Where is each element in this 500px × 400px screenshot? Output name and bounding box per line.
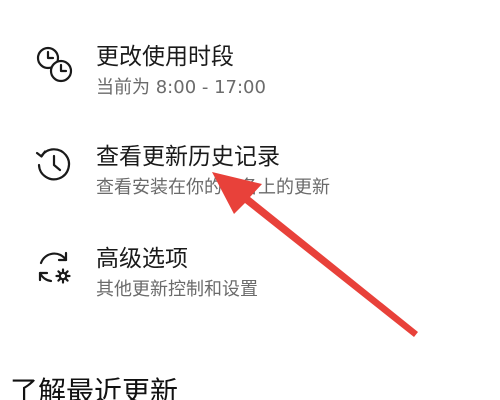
sync-gear-icon — [33, 246, 75, 288]
view-update-history-option[interactable]: 查看更新历史记录 查看安装在你的设备上的更新 — [30, 142, 430, 206]
history-clock-icon — [33, 144, 75, 186]
option-subtitle: 其他更新控制和设置 — [96, 279, 258, 300]
option-subtitle: 查看安装在你的设备上的更新 — [96, 177, 330, 198]
option-title: 高级选项 — [96, 246, 188, 272]
change-active-hours-option[interactable]: 更改使用时段 当前为 8:00 - 17:00 — [30, 42, 430, 106]
option-title: 更改使用时段 — [96, 44, 234, 70]
recent-updates-heading: 了解最近更新 — [10, 375, 179, 400]
windows-update-settings-page: 更改使用时段 当前为 8:00 - 17:00 查看更新历史记录 查看安装在你的… — [0, 0, 500, 400]
advanced-options-option[interactable]: 高级选项 其他更新控制和设置 — [30, 244, 430, 308]
option-title: 查看更新历史记录 — [96, 144, 280, 170]
option-subtitle: 当前为 8:00 - 17:00 — [96, 77, 266, 98]
clock-schedule-icon — [33, 44, 75, 86]
